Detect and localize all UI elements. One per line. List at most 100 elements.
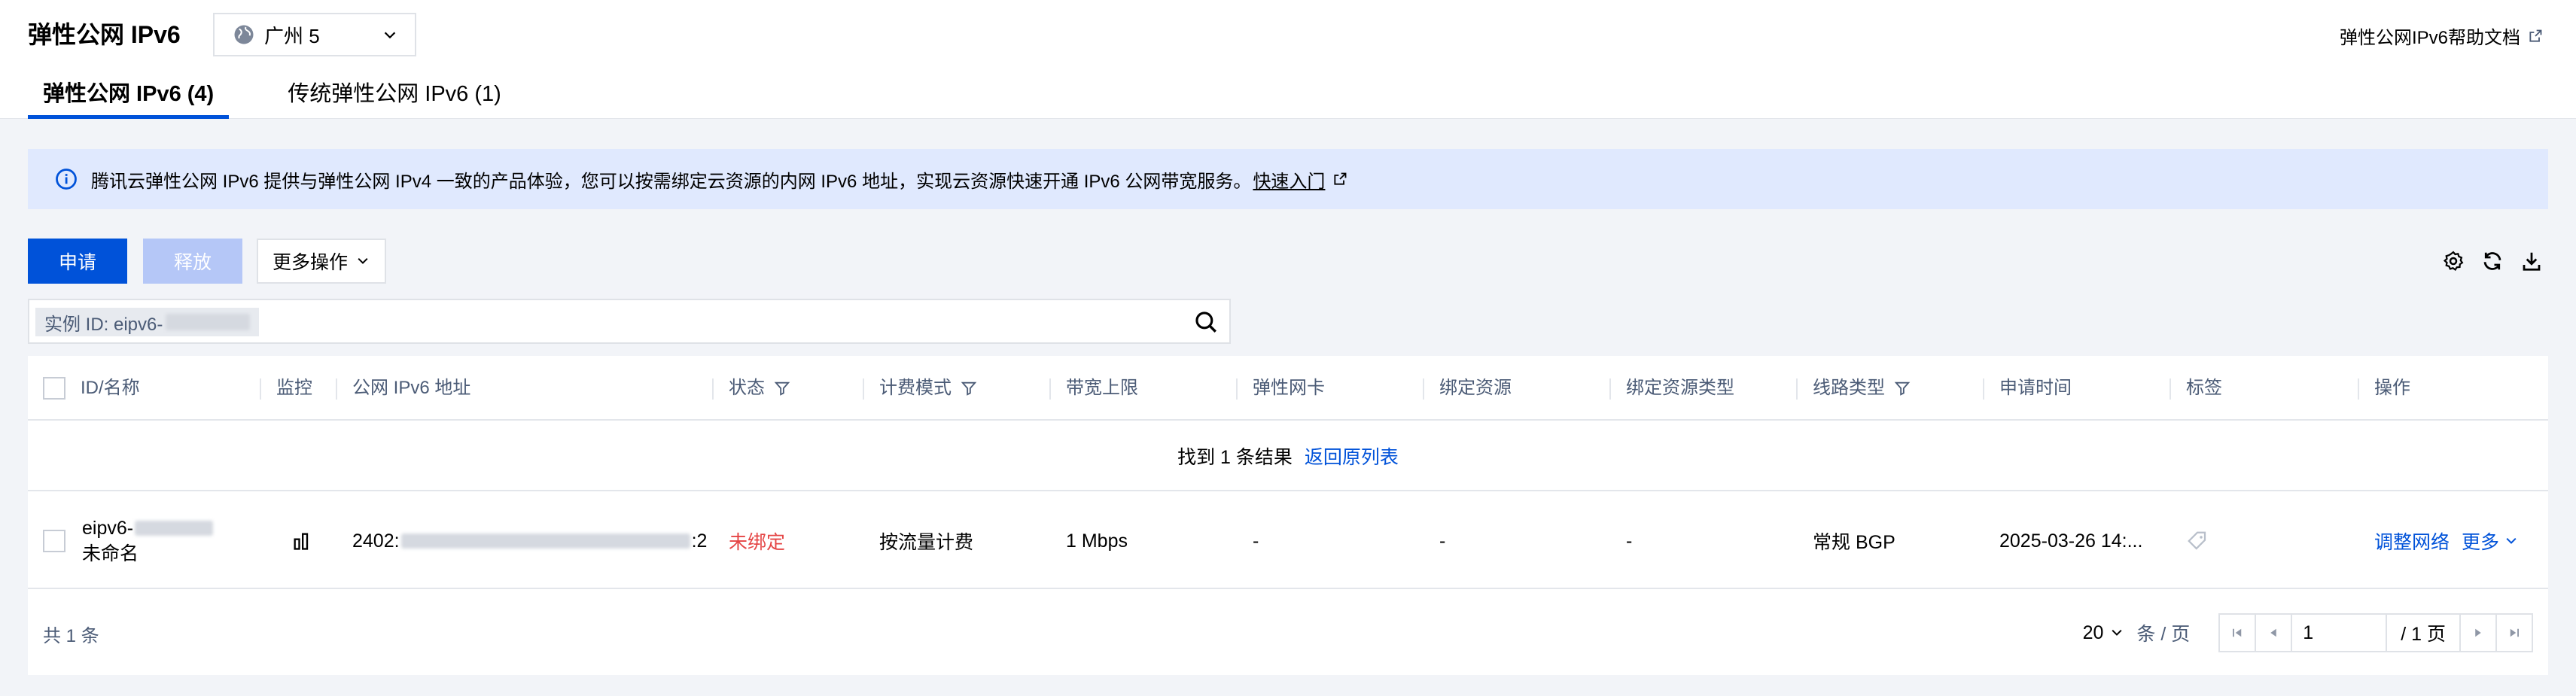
table-tools <box>2427 248 2544 274</box>
ipv6-prefix: 2402: <box>352 530 400 552</box>
prev-page-button[interactable] <box>2255 613 2293 652</box>
release-button[interactable]: 释放 <box>143 239 242 284</box>
first-page-icon <box>2233 628 2242 637</box>
column-bound-resource: 绑定资源 <box>1424 356 1611 421</box>
help-doc-label: 弹性公网IPv6帮助文档 <box>2339 28 2520 48</box>
id-name-cell: eipv6- 未命名 <box>67 493 261 589</box>
column-label: 申请时间 <box>1999 378 2072 398</box>
bandwidth-cell: 1 Mbps <box>1066 530 1128 552</box>
info-icon <box>56 169 77 190</box>
chevron-down-icon <box>358 257 368 264</box>
result-count-text: 找到 1 条结果 <box>1177 447 1293 468</box>
ipv6-address-cell: 2402: :2 <box>337 493 714 589</box>
column-actions: 操作 <box>2359 356 2548 421</box>
search-chip-label: 实例 ID: eipv6- <box>44 314 163 335</box>
search-icon[interactable] <box>1193 309 1219 335</box>
tag-icon[interactable] <box>2186 530 2209 552</box>
bound-resource-cell: - <box>1439 530 1446 552</box>
eip-table: ID/名称 监控 公网 IPv6 地址 状态 计费模式 带宽上限 弹性网卡 绑定… <box>28 356 2548 675</box>
last-page-icon <box>2510 628 2519 637</box>
row-checkbox[interactable] <box>43 530 65 552</box>
page-size-select[interactable]: 20 <box>2083 622 2125 644</box>
redacted-ipv6 <box>400 533 690 549</box>
last-page-button[interactable] <box>2495 613 2533 652</box>
redacted-id <box>135 521 214 536</box>
first-page-button[interactable] <box>2218 613 2257 652</box>
search-filter-chip[interactable]: 实例 ID: eipv6- <box>35 308 260 336</box>
redacted-id <box>166 314 251 330</box>
filter-icon[interactable] <box>1894 380 1911 397</box>
page-size-value: 20 <box>2082 622 2104 643</box>
column-label: ID/名称 <box>81 378 140 398</box>
info-banner: 腾讯云弹性公网 IPv6 提供与弹性公网 IPv4 一致的产品体验，您可以按需绑… <box>28 149 2548 209</box>
column-label: 绑定资源 <box>1439 378 1512 398</box>
instance-name: 未命名 <box>82 543 139 564</box>
chevron-down-icon <box>2112 629 2122 636</box>
page-title: 弹性公网 IPv6 <box>28 21 181 48</box>
chevron-down-icon <box>384 32 396 39</box>
column-label: 绑定资源类型 <box>1626 378 1734 398</box>
more-actions-label: 更多操作 <box>272 252 348 273</box>
search-result-row: 找到 1 条结果 返回原列表 <box>28 422 2548 491</box>
column-label: 弹性网卡 <box>1253 378 1325 398</box>
filter-icon[interactable] <box>774 380 790 397</box>
bound-type-cell: - <box>1626 530 1633 552</box>
column-bandwidth: 带宽上限 <box>1051 356 1238 421</box>
chevron-down-icon <box>2506 537 2517 544</box>
filter-icon[interactable] <box>961 380 977 397</box>
quick-start-link[interactable]: 快速入门 <box>1253 166 1325 193</box>
monitor-cell <box>276 493 337 589</box>
column-label: 计费模式 <box>879 378 952 398</box>
external-link-icon <box>1334 172 1347 185</box>
gear-icon <box>2443 251 2464 271</box>
search-input[interactable]: 实例 ID: eipv6- <box>28 299 1231 344</box>
select-all-checkbox[interactable] <box>43 377 65 400</box>
column-status: 状态 <box>714 356 864 421</box>
more-label: 更多 <box>2462 532 2500 553</box>
column-label: 带宽上限 <box>1066 378 1138 398</box>
prev-page-icon <box>2270 628 2276 637</box>
settings-button[interactable] <box>2441 248 2466 274</box>
more-actions-button[interactable]: 更多操作 <box>257 239 386 284</box>
apply-time-cell: 2025-03-26 14:... <box>1999 530 2143 552</box>
column-ipv6: 公网 IPv6 地址 <box>337 356 714 421</box>
column-label: 状态 <box>729 378 765 398</box>
page-size-unit: 条 / 页 <box>2136 624 2191 645</box>
globe-icon <box>234 25 254 44</box>
back-to-list-link[interactable]: 返回原列表 <box>1305 442 1399 470</box>
column-label: 公网 IPv6 地址 <box>352 378 471 398</box>
total-count: 共 1 条 <box>43 626 99 646</box>
download-icon <box>2523 252 2541 271</box>
tab-classic-eipv6[interactable]: 传统弹性公网 IPv6 (1) <box>273 77 516 119</box>
instance-id[interactable]: eipv6- <box>82 515 133 541</box>
apply-button[interactable]: 申请 <box>28 239 127 284</box>
refresh-icon <box>2483 252 2501 270</box>
column-line-type: 线路类型 <box>1798 356 1984 421</box>
column-label: 监控 <box>276 378 312 398</box>
download-button[interactable] <box>2519 248 2544 274</box>
total-pages: / 1 页 <box>2386 613 2461 652</box>
actions-cell: 调整网络 更多 <box>2359 493 2548 589</box>
top-header: 弹性公网 IPv6 广州 5 弹性公网IPv6帮助文档 弹性公网 IPv6 (4… <box>0 0 2576 119</box>
help-doc-link[interactable]: 弹性公网IPv6帮助文档 <box>2340 23 2543 49</box>
external-link-icon <box>2529 29 2542 42</box>
eni-cell: - <box>1253 530 1259 552</box>
bar-chart-icon[interactable] <box>291 530 312 552</box>
column-label: 操作 <box>2374 378 2410 398</box>
next-page-button[interactable] <box>2459 613 2497 652</box>
more-menu-link[interactable]: 更多 <box>2462 527 2519 555</box>
tags-cell <box>2171 493 2359 589</box>
line-type-cell: 常规 BGP <box>1813 532 1895 553</box>
column-label: 标签 <box>2186 378 2222 398</box>
banner-text: 腾讯云弹性公网 IPv6 提供与弹性公网 IPv4 一致的产品体验，您可以按需绑… <box>91 171 1252 192</box>
ipv6-suffix: :2 <box>691 530 708 552</box>
region-label: 广州 5 <box>264 24 320 47</box>
refresh-button[interactable] <box>2480 248 2505 274</box>
page-number-input[interactable] <box>2291 613 2388 652</box>
tab-eipv6[interactable]: 弹性公网 IPv6 (4) <box>28 77 230 119</box>
status-badge: 未绑定 <box>729 532 786 553</box>
column-billing: 计费模式 <box>864 356 1051 421</box>
column-monitor: 监控 <box>261 356 337 421</box>
region-selector[interactable]: 广州 5 <box>213 13 416 56</box>
adjust-network-link[interactable]: 调整网络 <box>2374 527 2450 555</box>
